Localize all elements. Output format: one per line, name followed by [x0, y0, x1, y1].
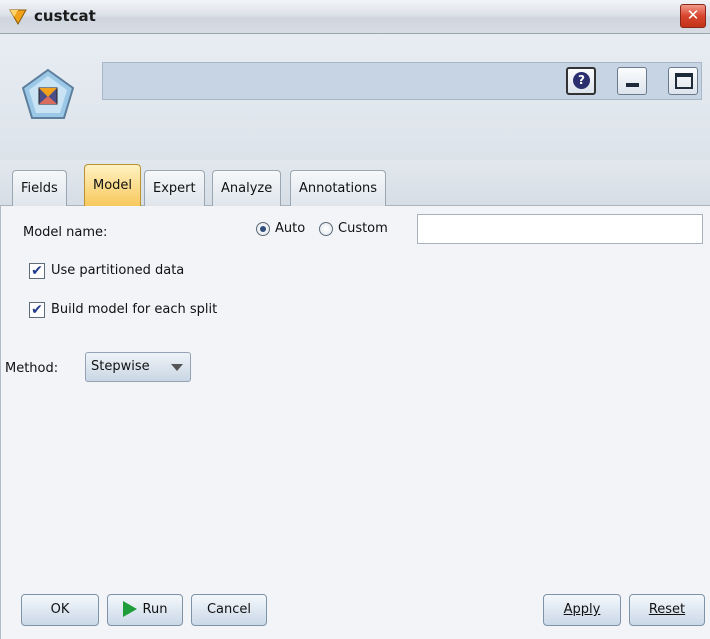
- play-icon: [122, 600, 137, 617]
- method-select[interactable]: Stepwise: [85, 352, 191, 382]
- method-label: Method:: [5, 361, 59, 376]
- tab-fields[interactable]: Fields: [12, 170, 67, 206]
- tab-strip: Fields Model Expert Analyze Annotations: [0, 160, 710, 206]
- model-node-icon: [21, 68, 75, 119]
- close-icon: ✕: [686, 6, 700, 24]
- node-name-bar: [102, 62, 702, 100]
- tab-expert[interactable]: Expert: [144, 170, 205, 206]
- custom-label: Custom: [338, 221, 388, 236]
- auto-radio[interactable]: [256, 222, 270, 236]
- app-icon: [9, 9, 27, 26]
- apply-label: Apply: [563, 602, 601, 617]
- reset-button[interactable]: Reset: [629, 594, 705, 626]
- build-split-checkbox[interactable]: ✔: [29, 302, 45, 318]
- help-button[interactable]: ?: [566, 67, 596, 95]
- window-title: custcat: [34, 7, 96, 25]
- ok-label: OK: [50, 602, 70, 617]
- use-partitioned-checkbox[interactable]: ✔: [29, 263, 45, 279]
- dialog-header: ?: [0, 34, 710, 160]
- cancel-button[interactable]: Cancel: [191, 594, 267, 626]
- maximize-button[interactable]: [668, 67, 698, 95]
- model-name-label: Model name:: [23, 225, 108, 240]
- title-bar: custcat ✕: [0, 0, 710, 34]
- reset-label: Reset: [648, 602, 686, 617]
- tab-analyze[interactable]: Analyze: [212, 170, 282, 206]
- apply-button[interactable]: Apply: [543, 594, 621, 626]
- maximize-icon: [675, 73, 693, 89]
- custom-model-name-input[interactable]: [417, 214, 703, 244]
- run-button[interactable]: Run: [107, 594, 183, 626]
- tab-annotations[interactable]: Annotations: [290, 170, 387, 206]
- use-partitioned-label: Use partitioned data: [51, 263, 185, 278]
- minimize-button[interactable]: [617, 67, 647, 95]
- run-label: Run: [142, 602, 168, 617]
- minimize-icon: [626, 83, 639, 87]
- custom-radio[interactable]: [319, 222, 333, 236]
- ok-button[interactable]: OK: [21, 594, 99, 626]
- chevron-down-icon: [171, 364, 183, 371]
- cancel-label: Cancel: [206, 602, 252, 617]
- help-icon: ?: [573, 72, 590, 89]
- close-button[interactable]: ✕: [680, 4, 706, 28]
- model-settings-panel: Model name: Auto Custom ✔ Use partitione…: [0, 206, 710, 639]
- build-split-label: Build model for each split: [51, 302, 218, 317]
- method-value: Stepwise: [91, 359, 150, 374]
- tab-model[interactable]: Model: [84, 164, 142, 206]
- auto-label: Auto: [275, 221, 306, 236]
